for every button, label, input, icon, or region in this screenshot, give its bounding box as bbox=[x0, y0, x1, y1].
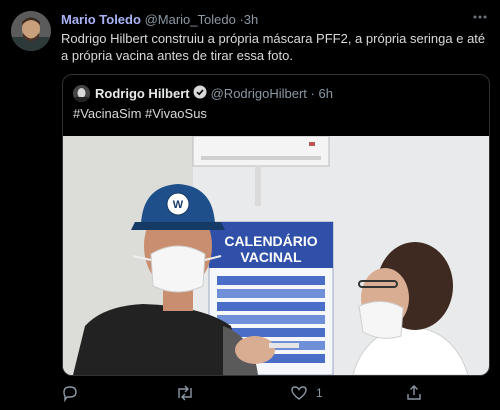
retweet-icon[interactable] bbox=[175, 384, 195, 402]
retweet-button[interactable] bbox=[175, 383, 195, 403]
author-name[interactable]: Mario Toledo bbox=[61, 12, 141, 27]
poster-title-line2: VACINAL bbox=[240, 249, 302, 265]
verified-icon bbox=[193, 85, 207, 102]
reply-button[interactable] bbox=[61, 383, 79, 403]
share-button[interactable] bbox=[405, 383, 423, 403]
quoted-tweet-timestamp: 6h bbox=[318, 85, 333, 101]
air-conditioner bbox=[192, 136, 330, 167]
tweet-header: Mario Toledo @Mario_Toledo ·3h bbox=[61, 12, 258, 27]
quoted-tweet-text: #VacinaSim #VivaoSus bbox=[73, 106, 207, 121]
like-icon[interactable] bbox=[290, 384, 308, 402]
author-handle[interactable]: @Mario_Toledo bbox=[145, 12, 236, 27]
tweet-timestamp[interactable]: 3h bbox=[244, 12, 258, 27]
reply-icon[interactable] bbox=[61, 384, 79, 402]
quoted-author-avatar bbox=[73, 84, 90, 102]
like-count: 1 bbox=[316, 386, 323, 400]
quoted-header-separator: · bbox=[310, 85, 315, 101]
quoted-author-handle: @RodrigoHilbert bbox=[210, 85, 307, 101]
quoted-tweet-header: Rodrigo Hilbert @RodrigoHilbert · 6h bbox=[73, 84, 333, 102]
quoted-author-name: Rodrigo Hilbert bbox=[95, 85, 190, 101]
quoted-tweet-photo[interactable]: CALENDÁRIO VACINAL W bbox=[63, 136, 489, 375]
quoted-tweet[interactable]: Rodrigo Hilbert @RodrigoHilbert · 6h #Va… bbox=[62, 74, 490, 376]
cap-logo: W bbox=[173, 199, 184, 211]
author-avatar[interactable] bbox=[11, 11, 51, 51]
tweet-text: Rodrigo Hilbert construiu a própria másc… bbox=[61, 31, 486, 63]
like-button[interactable]: 1 bbox=[290, 383, 323, 403]
tweet[interactable]: Mario Toledo @Mario_Toledo ·3h Rodrigo H… bbox=[0, 0, 500, 410]
tweet-actions: 1 bbox=[61, 383, 491, 403]
poster-title-line1: CALENDÁRIO bbox=[224, 233, 317, 249]
more-icon[interactable] bbox=[470, 9, 490, 25]
share-icon[interactable] bbox=[405, 384, 423, 402]
